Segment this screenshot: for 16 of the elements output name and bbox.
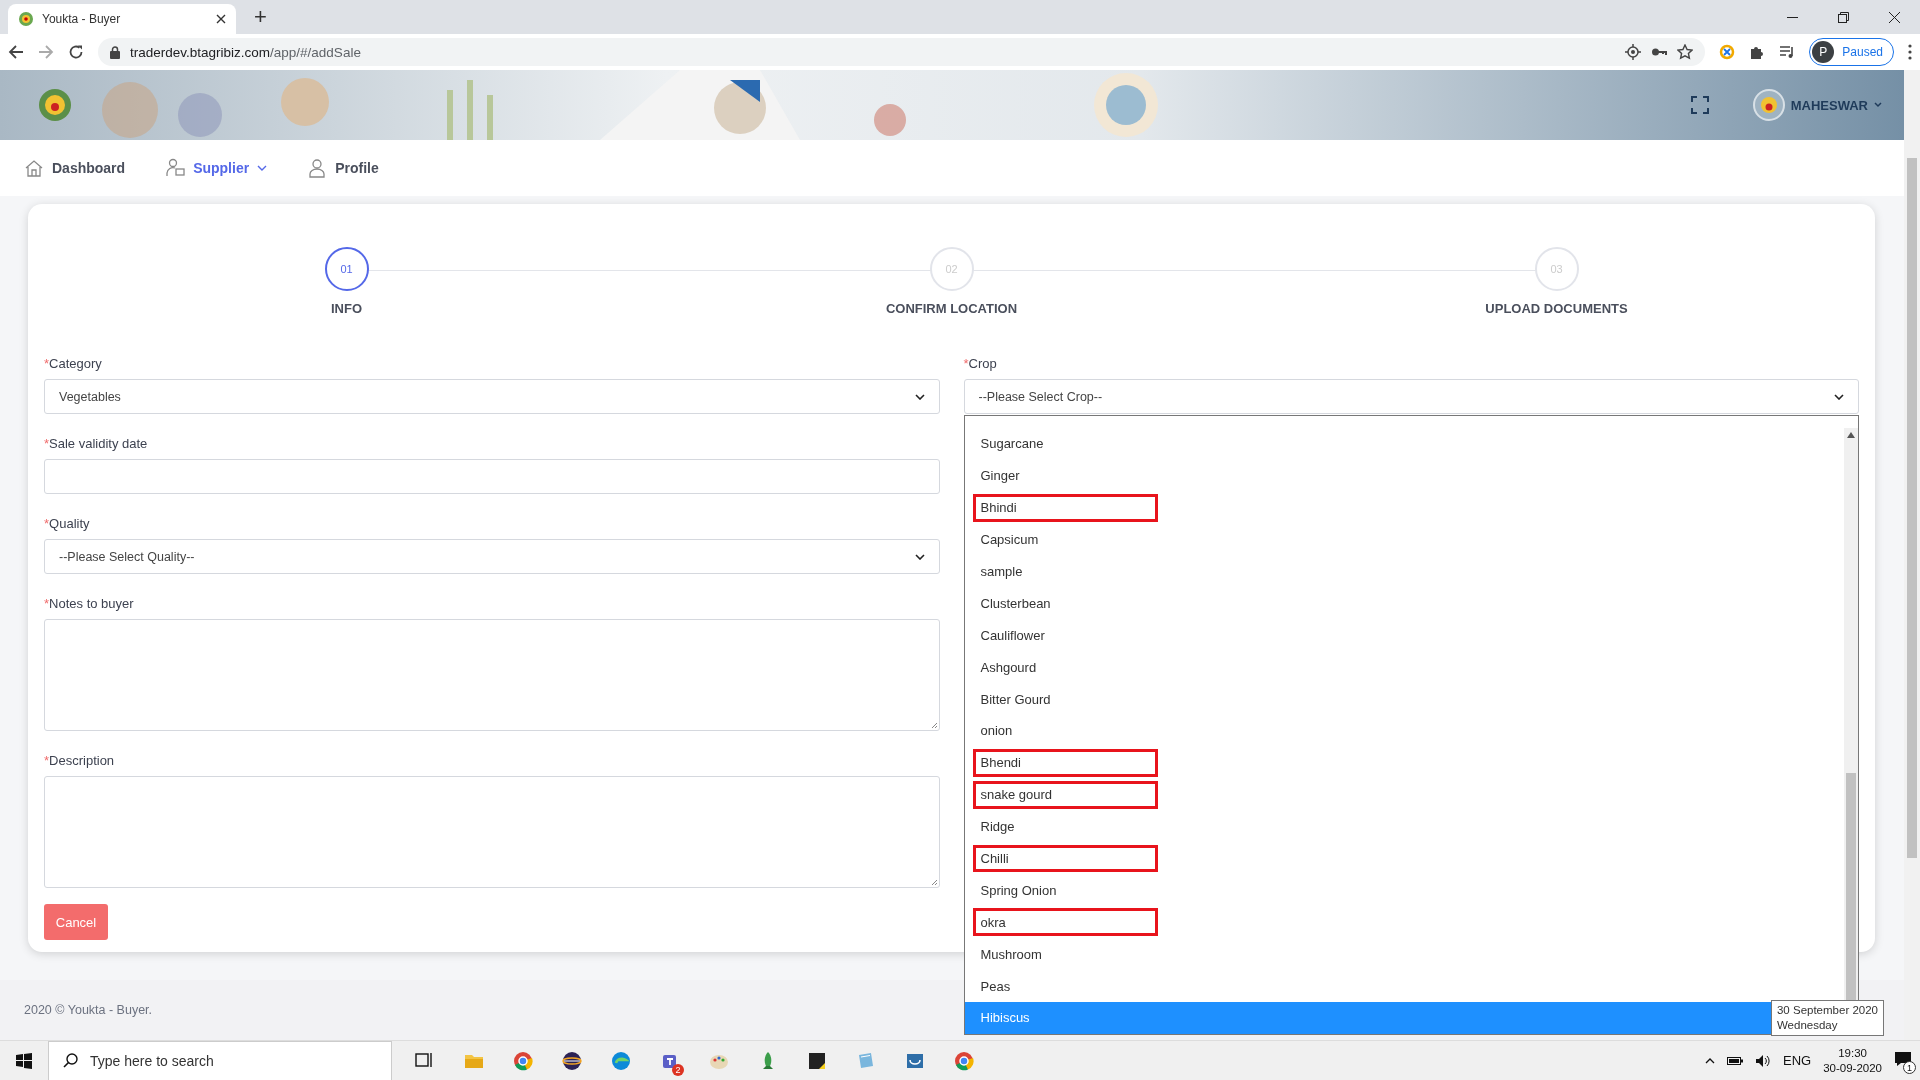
footer-text: 2020 © Youkta - Buyer.	[24, 1003, 153, 1017]
url-text: traderdev.btagribiz.com/app/#/addSale	[130, 44, 362, 60]
date-tooltip: 30 September 2020 Wednesday	[1770, 1000, 1884, 1036]
field-label: *Sale validity date	[44, 436, 149, 451]
field-label: *Crop	[963, 356, 998, 371]
step-label: INFO	[330, 301, 363, 316]
step-label: UPLOAD DOCUMENTS	[1485, 301, 1628, 316]
tab-title: Youkta - Buyer	[42, 12, 122, 26]
field-label: *Category	[44, 356, 103, 371]
profile-avatar: P	[1812, 41, 1835, 63]
notification-count: 1	[1903, 1061, 1916, 1074]
field-label: *Notes to buyer	[44, 596, 135, 611]
field-label: *Quality	[44, 516, 91, 531]
field-label: *Description	[44, 753, 116, 768]
step-label: CONFIRM LOCATION	[885, 301, 1018, 316]
notification-badge: 2	[672, 1063, 684, 1076]
